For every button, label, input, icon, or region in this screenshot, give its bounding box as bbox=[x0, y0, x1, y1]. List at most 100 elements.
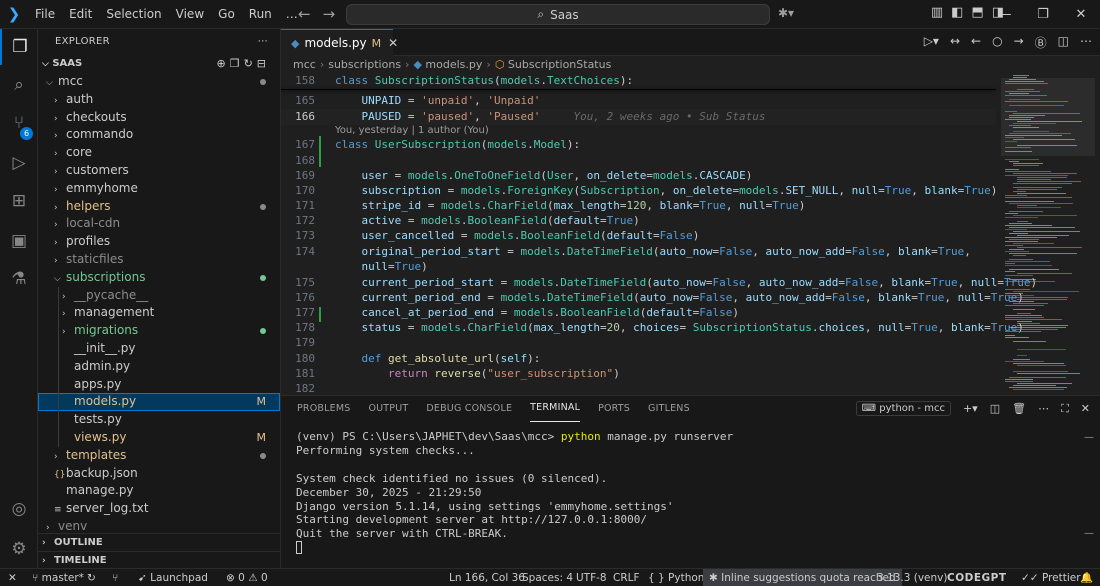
next-change-icon[interactable]: → bbox=[1014, 34, 1024, 51]
sync-icon[interactable]: ↻ bbox=[87, 569, 96, 586]
testing-icon[interactable]: ⚗ bbox=[0, 261, 38, 297]
editor-more-icon[interactable]: ⋯ bbox=[1080, 34, 1092, 51]
tree-folder[interactable]: › checkouts bbox=[38, 109, 280, 127]
prettier[interactable]: ✓✓ Prettier bbox=[1021, 569, 1081, 586]
breadcrumb-item[interactable]: subscriptions bbox=[328, 58, 401, 71]
kill-terminal-icon[interactable]: 🗑 bbox=[1012, 402, 1026, 415]
search-view-icon[interactable]: ⌕ bbox=[0, 67, 38, 103]
panel-tab[interactable]: OUTPUT bbox=[368, 396, 408, 422]
minimap[interactable] bbox=[1001, 73, 1100, 395]
codelens-author[interactable]: You, yesterday | 1 author (You) bbox=[335, 125, 489, 136]
tree-folder[interactable]: › core bbox=[38, 144, 280, 162]
tree-file[interactable]: ≡ server_log.txt bbox=[38, 500, 280, 518]
menu-item[interactable]: View bbox=[169, 0, 211, 29]
accounts-icon[interactable]: ◎ bbox=[0, 491, 38, 527]
tree-file[interactable]: models.py M bbox=[38, 393, 280, 412]
terminal-scroll-down-icon[interactable]: — bbox=[1084, 528, 1094, 539]
panel-tab[interactable]: PORTS bbox=[598, 396, 630, 422]
encoding[interactable]: UTF-8 bbox=[576, 569, 607, 586]
menu-item[interactable]: Go bbox=[211, 0, 242, 29]
minimize-icon[interactable]: — bbox=[986, 0, 1024, 29]
panel-tab[interactable]: GITLENS bbox=[648, 396, 690, 422]
breadcrumb-item[interactable]: mcc bbox=[293, 58, 316, 71]
tree-folder[interactable]: › helpers bbox=[38, 198, 280, 216]
code-editor[interactable]: 158 class SubscriptionStatus(models.TextC… bbox=[281, 73, 1100, 395]
manage-gear-icon[interactable]: ⚙ bbox=[0, 531, 38, 567]
tree-folder[interactable]: › migrations bbox=[38, 322, 280, 340]
source-control-icon[interactable]: ⑂ 6 bbox=[0, 105, 38, 141]
tree-file[interactable]: manage.py bbox=[38, 482, 280, 500]
breadcrumb-item[interactable]: models.py bbox=[425, 58, 482, 71]
launchpad[interactable]: ➹ Launchpad bbox=[138, 569, 208, 586]
tab-models-py[interactable]: ◆ models.py M ✕ bbox=[281, 29, 398, 56]
tree-file[interactable]: {}backup.json bbox=[38, 465, 280, 483]
tree-folder[interactable]: › local-cdn bbox=[38, 215, 280, 233]
tree-file[interactable]: apps.py bbox=[38, 376, 280, 394]
tree-folder[interactable]: › customers bbox=[38, 162, 280, 180]
tree-file[interactable]: views.py M bbox=[38, 429, 280, 447]
maximize-panel-icon[interactable]: ⛶ bbox=[1061, 402, 1069, 416]
new-terminal-icon[interactable]: +▾ bbox=[963, 402, 978, 415]
menu-item[interactable]: Run bbox=[242, 0, 279, 29]
tree-folder[interactable]: › templates bbox=[38, 447, 280, 465]
panel-more-icon[interactable]: ⋯ bbox=[1038, 402, 1049, 415]
split-terminal-icon[interactable]: ◫ bbox=[990, 402, 1000, 415]
branch-indicator[interactable]: ⑂ master* bbox=[32, 569, 84, 586]
tree-file[interactable]: admin.py bbox=[38, 358, 280, 376]
problems-indicator[interactable]: ⊗ 0 ⚠ 0 bbox=[226, 569, 268, 586]
collapse-all-icon[interactable]: ⊟ bbox=[257, 57, 270, 70]
codegpt-label[interactable]: CODEGPT bbox=[947, 569, 1007, 586]
command-center-search[interactable]: ⌕ Saas bbox=[346, 4, 770, 25]
tree-folder[interactable]: ⌵ subscriptions bbox=[38, 269, 280, 287]
panel-tab[interactable]: PROBLEMS bbox=[297, 396, 350, 422]
tree-file[interactable]: tests.py bbox=[38, 411, 280, 429]
extensions-icon[interactable]: ⊞ bbox=[0, 183, 38, 219]
panel-tab[interactable]: TERMINAL bbox=[530, 396, 581, 422]
compare-changes-icon[interactable]: ↔ bbox=[950, 34, 960, 51]
workspace-root[interactable]: ⌵ SAAS ⊕❐↻⊟ bbox=[38, 55, 280, 73]
toggle-panel-icon[interactable]: ⬒ bbox=[971, 5, 983, 20]
menu-item[interactable]: File bbox=[28, 0, 62, 29]
python-interpreter[interactable]: 3.13.3 (venv) bbox=[877, 569, 947, 586]
line-ending[interactable]: CRLF bbox=[613, 569, 640, 586]
tree-folder[interactable]: › __pycache__ bbox=[38, 287, 280, 305]
back-arrow-icon[interactable]: ← bbox=[298, 5, 311, 23]
copilot-quota[interactable]: ✱ Inline suggestions quota reached bbox=[703, 569, 902, 586]
customize-layout-icon[interactable]: ▥ bbox=[931, 5, 943, 20]
toggle-sidebar-icon[interactable]: ◧ bbox=[951, 5, 963, 20]
git-graph-icon[interactable]: ⑂ bbox=[112, 569, 118, 586]
explorer-icon[interactable]: ❐ bbox=[0, 29, 38, 65]
copilot-icon[interactable]: ✱▾ bbox=[778, 6, 794, 20]
previous-change-icon[interactable]: ← bbox=[971, 34, 981, 51]
tree-folder[interactable]: › management bbox=[38, 304, 280, 322]
outline-section[interactable]: › OUTLINE bbox=[38, 533, 280, 551]
tree-folder[interactable]: › commando bbox=[38, 126, 280, 144]
close-window-icon[interactable]: ✕ bbox=[1062, 0, 1100, 29]
indentation[interactable]: Spaces: 4 bbox=[522, 569, 573, 586]
tree-folder[interactable]: › auth bbox=[38, 91, 280, 109]
refresh-icon[interactable]: ↻ bbox=[244, 57, 257, 70]
terminal-scroll-up-icon[interactable]: — bbox=[1084, 432, 1094, 443]
more-actions-icon[interactable]: ⋯ bbox=[258, 29, 268, 55]
new-folder-icon[interactable]: ❐ bbox=[230, 57, 244, 70]
tree-file[interactable]: __init__.py bbox=[38, 340, 280, 358]
terminal-selector[interactable]: ⌨ python - mcc bbox=[855, 401, 951, 416]
menu-item[interactable]: Edit bbox=[62, 0, 99, 29]
breadcrumb-item[interactable]: SubscriptionStatus bbox=[508, 58, 611, 71]
panel-tab[interactable]: DEBUG CONSOLE bbox=[426, 396, 512, 422]
tree-folder[interactable]: › profiles bbox=[38, 233, 280, 251]
forward-arrow-icon[interactable]: → bbox=[323, 5, 336, 23]
remote-explorer-icon[interactable]: ▣ bbox=[0, 223, 38, 259]
tree-folder[interactable]: › emmyhome bbox=[38, 180, 280, 198]
new-file-icon[interactable]: ⊕ bbox=[216, 57, 229, 70]
timeline-section[interactable]: › TIMELINE bbox=[38, 551, 280, 569]
run-python-icon[interactable]: ▷▾ bbox=[924, 34, 939, 51]
close-panel-icon[interactable]: ✕ bbox=[1081, 402, 1090, 415]
run-debug-icon[interactable]: ▷ bbox=[0, 145, 38, 181]
menu-item[interactable]: Selection bbox=[99, 0, 168, 29]
terminal-output[interactable]: (venv) PS C:\Users\JAPHET\dev\Saas\mcc> … bbox=[296, 430, 733, 556]
gitlens-icon[interactable]: Ⓑ bbox=[1035, 34, 1047, 51]
restore-icon[interactable]: ❐ bbox=[1024, 0, 1062, 29]
remote-indicator-icon[interactable]: ✕ bbox=[8, 569, 17, 586]
language-mode[interactable]: { } Python bbox=[648, 569, 704, 586]
